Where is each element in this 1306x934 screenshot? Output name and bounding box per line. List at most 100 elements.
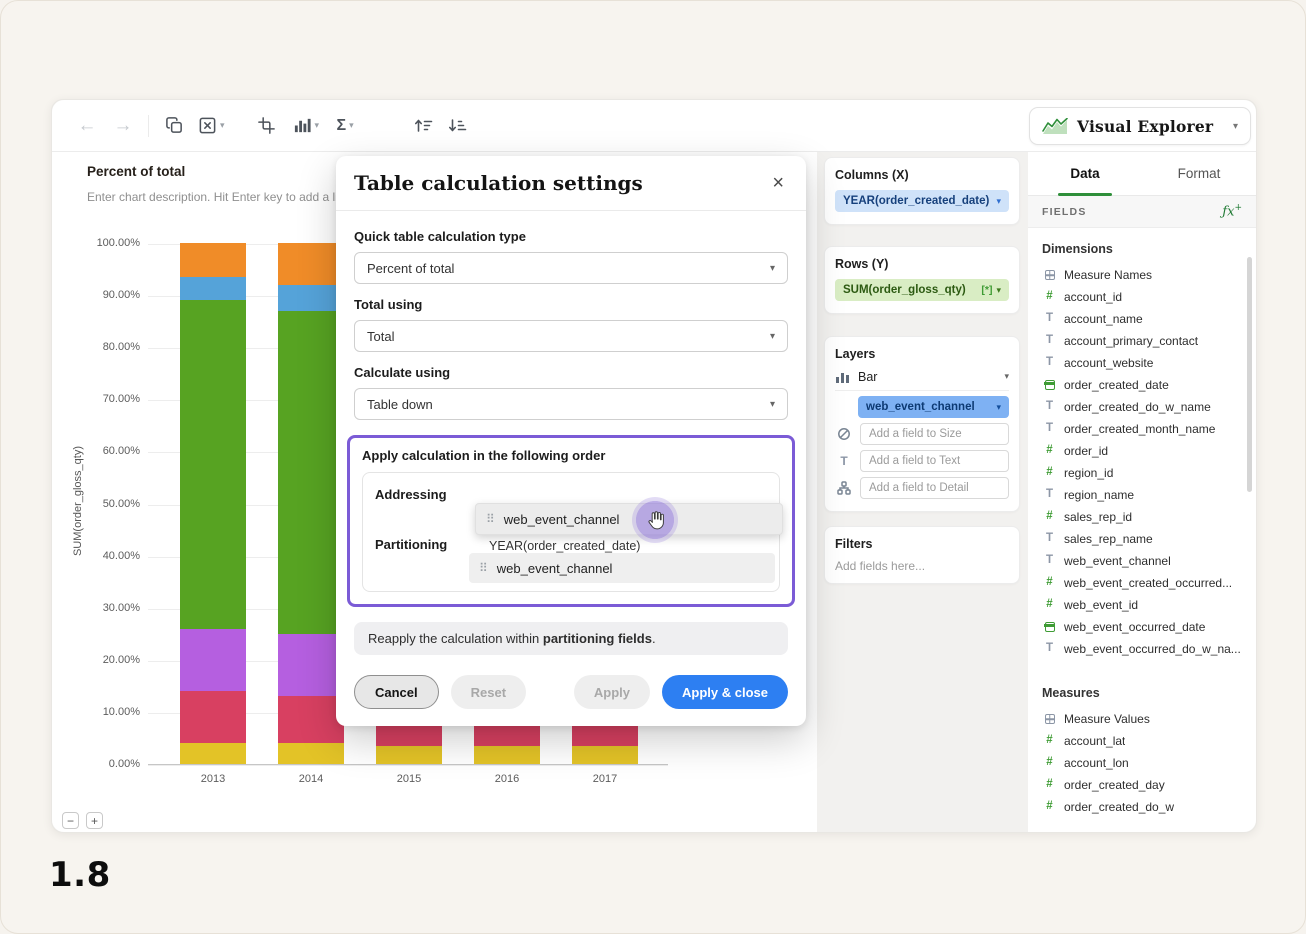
- zoom-out-button[interactable]: −: [62, 812, 79, 829]
- segment-yellow[interactable]: [278, 743, 344, 764]
- segment-orange[interactable]: [180, 243, 246, 277]
- number-field-icon: #: [1042, 577, 1057, 589]
- field-item[interactable]: #web_event_created_occurred...: [1042, 572, 1246, 594]
- calculate-using-select[interactable]: Table down ▾: [354, 388, 788, 420]
- rows-field-pill[interactable]: SUM(order_gloss_qty) [*] ▾: [835, 279, 1009, 301]
- back-button[interactable]: ←: [74, 111, 100, 141]
- field-label: order_created_day: [1064, 778, 1165, 792]
- duplicate-chart-icon: [165, 116, 184, 135]
- columns-field-pill[interactable]: YEAR(order_created_date) ▾: [835, 190, 1009, 212]
- segment-yellow[interactable]: [474, 746, 540, 764]
- measures-section-label: Measures: [1042, 686, 1246, 700]
- table-calculation-settings-dialog: Table calculation settings × Quick table…: [336, 156, 806, 726]
- y-tick-label: 20.00%: [52, 654, 140, 666]
- segment-blue[interactable]: [180, 277, 246, 300]
- workbook-selector[interactable]: Visual Explorer ▾: [1029, 107, 1251, 145]
- field-label: account_website: [1064, 356, 1153, 370]
- chevron-down-icon[interactable]: ▾: [996, 196, 1001, 207]
- duplicate-chart-button[interactable]: [161, 111, 187, 141]
- partitioning-item[interactable]: YEAR(order_created_date): [489, 539, 640, 553]
- sort-descending-button[interactable]: [444, 111, 470, 141]
- forward-button[interactable]: →: [110, 111, 136, 141]
- dragged-field-item[interactable]: ⠿ web_event_channel: [475, 503, 783, 535]
- chevron-down-icon[interactable]: ▾: [996, 285, 1001, 296]
- add-calculated-field-button[interactable]: ƒx+: [1222, 203, 1242, 219]
- close-icon[interactable]: ×: [768, 171, 788, 195]
- field-label: account_lat: [1064, 734, 1125, 748]
- apply-close-button[interactable]: Apply & close: [662, 675, 788, 709]
- scrollbar-thumb[interactable]: [1247, 257, 1252, 492]
- field-item[interactable]: Torder_created_do_w_name: [1042, 396, 1246, 418]
- field-item[interactable]: Torder_created_month_name: [1042, 418, 1246, 440]
- bar-2013[interactable]: [180, 243, 246, 764]
- filters-dropzone[interactable]: Add fields here...: [835, 559, 1009, 573]
- total-using-select[interactable]: Total ▾: [354, 320, 788, 352]
- segment-blue[interactable]: [278, 285, 344, 311]
- chart-description[interactable]: Enter chart description. Hit Enter key t…: [87, 190, 338, 204]
- text-dropzone[interactable]: Add a field to Text: [860, 450, 1009, 472]
- color-field-pill[interactable]: web_event_channel ▾: [858, 396, 1009, 418]
- field-item[interactable]: #sales_rep_id: [1042, 506, 1246, 528]
- calc-type-select[interactable]: Percent of total ▾: [354, 252, 788, 284]
- y-tick-label: 70.00%: [52, 393, 140, 405]
- field-item[interactable]: Taccount_website: [1042, 352, 1246, 374]
- segment-orange[interactable]: [278, 243, 344, 285]
- segment-red[interactable]: [278, 696, 344, 743]
- measures-list: Measure Values#account_lat#account_lon#o…: [1042, 708, 1246, 818]
- apply-button[interactable]: Apply: [574, 675, 650, 709]
- field-item[interactable]: #region_id: [1042, 462, 1246, 484]
- text-field-icon: T: [1042, 313, 1057, 325]
- partitioning-item[interactable]: ⠿ web_event_channel: [469, 553, 775, 583]
- drag-handle-icon[interactable]: ⠿: [479, 562, 488, 574]
- field-item[interactable]: Tregion_name: [1042, 484, 1246, 506]
- field-item[interactable]: Measure Names: [1042, 264, 1246, 286]
- field-item[interactable]: #web_event_id: [1042, 594, 1246, 616]
- screenshot-background: ← → ▾ ▾ Σ ▾: [0, 0, 1306, 934]
- segment-purple[interactable]: [180, 629, 246, 692]
- remove-chart-button[interactable]: ▾: [195, 111, 228, 141]
- segment-yellow[interactable]: [572, 746, 638, 764]
- size-dropzone[interactable]: Add a field to Size: [860, 423, 1009, 445]
- gridline: [148, 765, 668, 766]
- field-item[interactable]: Measure Values: [1042, 708, 1246, 730]
- field-item[interactable]: web_event_occurred_date: [1042, 616, 1246, 638]
- color-icon: [835, 399, 851, 415]
- chevron-down-icon[interactable]: ▾: [996, 402, 1001, 413]
- field-item[interactable]: Taccount_name: [1042, 308, 1246, 330]
- segment-red[interactable]: [180, 691, 246, 743]
- crop-axes-button[interactable]: [254, 111, 280, 141]
- reset-button[interactable]: Reset: [451, 675, 526, 709]
- sort-ascending-button[interactable]: [410, 111, 436, 141]
- zoom-in-button[interactable]: +: [86, 812, 103, 829]
- field-item[interactable]: Tweb_event_occurred_do_w_na...: [1042, 638, 1246, 660]
- y-tick-label: 0.00%: [52, 758, 140, 770]
- field-item[interactable]: #account_id: [1042, 286, 1246, 308]
- field-item[interactable]: Taccount_primary_contact: [1042, 330, 1246, 352]
- field-item[interactable]: #order_created_do_w: [1042, 796, 1246, 818]
- segment-yellow[interactable]: [376, 746, 442, 764]
- field-item[interactable]: Tweb_event_channel: [1042, 550, 1246, 572]
- detail-dropzone[interactable]: Add a field to Detail: [860, 477, 1009, 499]
- aggregate-button[interactable]: Σ ▾: [332, 111, 358, 141]
- total-using-label: Total using: [354, 297, 788, 312]
- histogram-button[interactable]: ▾: [290, 111, 323, 141]
- segment-green[interactable]: [278, 311, 344, 634]
- tab-data[interactable]: Data: [1028, 152, 1142, 195]
- field-item[interactable]: #account_lon: [1042, 752, 1246, 774]
- histogram-icon: [293, 116, 312, 135]
- segment-green[interactable]: [180, 300, 246, 628]
- y-tick-label: 90.00%: [52, 289, 140, 301]
- field-item[interactable]: #order_id: [1042, 440, 1246, 462]
- tab-format[interactable]: Format: [1142, 152, 1256, 195]
- segment-yellow[interactable]: [180, 743, 246, 764]
- field-item[interactable]: Tsales_rep_name: [1042, 528, 1246, 550]
- segment-purple[interactable]: [278, 634, 344, 697]
- drag-handle-icon[interactable]: ⠿: [486, 513, 495, 525]
- mark-type-select[interactable]: Bar ▾: [835, 363, 1009, 391]
- bar-2014[interactable]: [278, 243, 344, 764]
- field-item[interactable]: #order_created_day: [1042, 774, 1246, 796]
- cancel-button[interactable]: Cancel: [354, 675, 439, 709]
- field-item[interactable]: order_created_date: [1042, 374, 1246, 396]
- field-item[interactable]: #account_lat: [1042, 730, 1246, 752]
- number-field-icon: #: [1042, 445, 1057, 457]
